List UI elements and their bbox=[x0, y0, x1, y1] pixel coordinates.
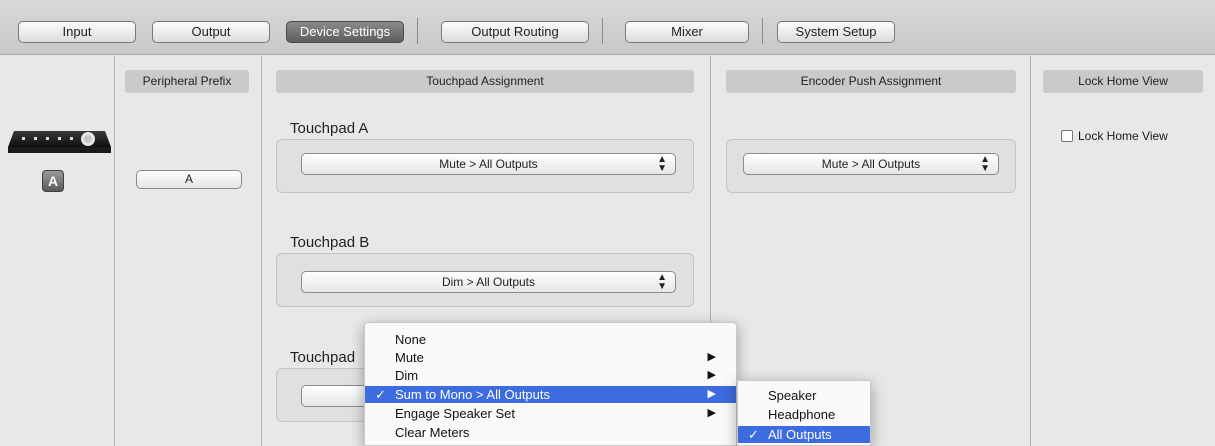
menu-item-label: Dim bbox=[395, 368, 419, 383]
menu-item-label: Sum to Mono > All Outputs bbox=[395, 387, 550, 402]
menu-item-sum-to-mono[interactable]: ✓ Sum to Mono > All Outputs ▶ bbox=[365, 386, 736, 403]
tab-system-setup[interactable]: System Setup bbox=[777, 21, 895, 43]
tab-device-settings[interactable]: Device Settings bbox=[286, 21, 404, 43]
menu-item-label: Speaker bbox=[768, 388, 817, 403]
tab-bar: Input Output Device Settings Output Rout… bbox=[0, 0, 1215, 55]
lock-home-view-checkbox[interactable] bbox=[1061, 130, 1073, 142]
touchpad-a-label: Touchpad A bbox=[290, 120, 369, 137]
tab-mixer[interactable]: Mixer bbox=[625, 21, 749, 43]
touchpad-c-label: Touchpad bbox=[290, 349, 356, 366]
tab-output-routing[interactable]: Output Routing bbox=[441, 21, 589, 43]
tab-separator bbox=[762, 18, 763, 44]
menu-item-none[interactable]: None bbox=[365, 331, 736, 348]
column-divider bbox=[1030, 56, 1031, 446]
submenu-arrow-icon: ▶ bbox=[707, 388, 716, 400]
submenu-arrow-icon: ▶ bbox=[707, 351, 716, 363]
submenu-item-headphone[interactable]: Headphone bbox=[738, 406, 870, 423]
touchpad-assignment-header: Touchpad Assignment bbox=[276, 70, 694, 93]
submenu-item-all-outputs[interactable]: ✓ All Outputs bbox=[738, 426, 870, 443]
menu-item-label: All Outputs bbox=[768, 427, 832, 442]
touchpad-b-label: Touchpad B bbox=[290, 234, 370, 251]
menu-item-mute[interactable]: Mute ▶ bbox=[365, 349, 736, 366]
tab-separator bbox=[417, 18, 418, 44]
menu-item-label: Headphone bbox=[768, 407, 836, 422]
output-submenu: Speaker Headphone ✓ All Outputs bbox=[737, 380, 871, 446]
touchpad-b-popup[interactable]: Dim > All Outputs ▲ ▼ bbox=[301, 271, 676, 293]
tab-output[interactable]: Output bbox=[152, 21, 270, 43]
encoder-push-value: Mute > All Outputs bbox=[821, 157, 921, 171]
touchpad-b-value: Dim > All Outputs bbox=[441, 275, 536, 289]
device-id-badge[interactable]: A bbox=[42, 170, 64, 192]
submenu-arrow-icon: ▶ bbox=[707, 369, 716, 381]
touchpad-a-popup[interactable]: Mute > All Outputs ▲ ▼ bbox=[301, 153, 676, 175]
peripheral-prefix-header: Peripheral Prefix bbox=[125, 70, 249, 93]
checkmark-icon: ✓ bbox=[375, 387, 386, 402]
menu-item-label: Engage Speaker Set bbox=[395, 406, 515, 421]
submenu-item-speaker[interactable]: Speaker bbox=[738, 387, 870, 404]
up-down-arrows-icon: ▲ ▼ bbox=[657, 154, 667, 174]
checkmark-icon: ✓ bbox=[748, 427, 759, 442]
encoder-push-header: Encoder Push Assignment bbox=[726, 70, 1016, 93]
menu-item-label: Mute bbox=[395, 350, 424, 365]
lock-home-view-checkbox-label: Lock Home View bbox=[1078, 129, 1168, 143]
up-down-arrows-icon: ▲ ▼ bbox=[657, 272, 667, 292]
menu-item-label: None bbox=[395, 332, 427, 347]
submenu-arrow-icon: ▶ bbox=[707, 407, 716, 419]
menu-item-dim[interactable]: Dim ▶ bbox=[365, 367, 736, 384]
menu-item-label: Clear Meters bbox=[395, 425, 470, 440]
encoder-push-popup[interactable]: Mute > All Outputs ▲ ▼ bbox=[743, 153, 999, 175]
up-down-arrows-icon: ▲ ▼ bbox=[980, 154, 990, 174]
menu-item-clear-meters[interactable]: Clear Meters bbox=[365, 424, 736, 441]
lock-home-view-option[interactable]: Lock Home View bbox=[1061, 128, 1168, 144]
column-divider bbox=[261, 56, 262, 446]
menu-item-engage-speaker-set[interactable]: Engage Speaker Set ▶ bbox=[365, 405, 736, 422]
audio-interface-icon[interactable] bbox=[8, 125, 111, 155]
tab-separator bbox=[602, 18, 603, 44]
tab-input[interactable]: Input bbox=[18, 21, 136, 43]
column-divider bbox=[114, 56, 115, 446]
lock-home-view-header: Lock Home View bbox=[1043, 70, 1203, 93]
assignment-context-menu: None Mute ▶ Dim ▶ ✓ Sum to Mono > All Ou… bbox=[364, 322, 737, 446]
touchpad-a-value: Mute > All Outputs bbox=[439, 157, 538, 171]
peripheral-prefix-button[interactable]: A bbox=[136, 170, 242, 189]
